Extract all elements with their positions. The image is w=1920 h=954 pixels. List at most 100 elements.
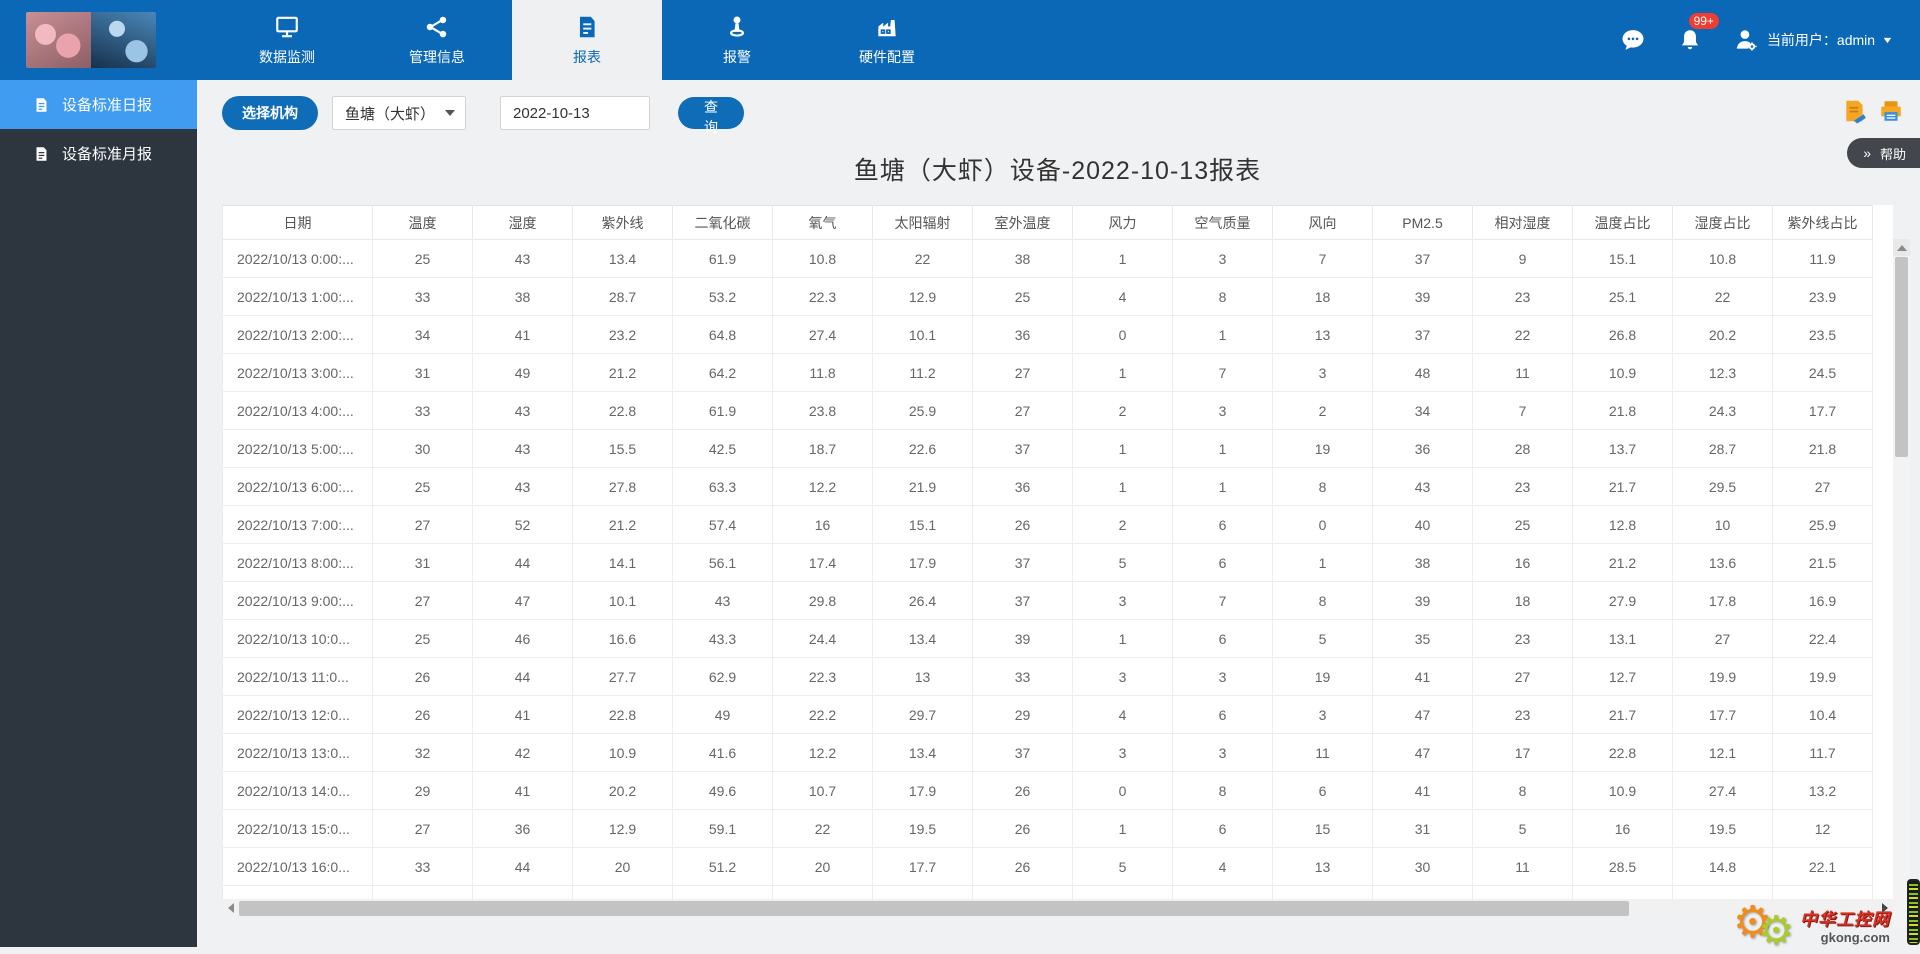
value-cell: 29 bbox=[973, 696, 1073, 734]
user-menu[interactable]: 当前用户：admin ▼ bbox=[1733, 27, 1892, 53]
org-select[interactable]: 鱼塘（大虾） bbox=[332, 96, 466, 130]
value-cell: 11.8 bbox=[773, 354, 873, 392]
value-cell: 13.4 bbox=[873, 620, 973, 658]
value-cell: 24.4 bbox=[773, 620, 873, 658]
value-cell: 22.8 bbox=[573, 696, 673, 734]
date-input[interactable] bbox=[500, 96, 650, 130]
scroll-up-arrow-icon[interactable] bbox=[1893, 239, 1910, 256]
date-cell: 2022/10/13 3:00:... bbox=[223, 354, 373, 392]
value-cell: 35 bbox=[1373, 620, 1473, 658]
value-cell: 22 bbox=[773, 810, 873, 848]
value-cell: 37 bbox=[1373, 240, 1473, 278]
value-cell: 13 bbox=[873, 658, 973, 696]
value-cell: 22.3 bbox=[773, 278, 873, 316]
value-cell: 27.8 bbox=[573, 468, 673, 506]
query-button[interactable]: 查询 bbox=[678, 97, 744, 129]
scroll-left-arrow-icon[interactable] bbox=[222, 900, 239, 917]
value-cell: 2 bbox=[1073, 392, 1173, 430]
value-cell: 34 bbox=[373, 316, 473, 354]
logo-image bbox=[26, 12, 156, 68]
value-cell: 10.1 bbox=[573, 582, 673, 620]
value-cell bbox=[1073, 886, 1173, 899]
value-cell: 13 bbox=[1273, 316, 1373, 354]
value-cell: 0 bbox=[1073, 772, 1173, 810]
date-cell: 2022/10/13 1:00:... bbox=[223, 278, 373, 316]
content-area: 选择机构 鱼塘（大虾） 查询 » bbox=[197, 80, 1920, 947]
date-cell: 2022/10/13 6:00:... bbox=[223, 468, 373, 506]
value-cell: 3 bbox=[1073, 658, 1173, 696]
value-cell: 42.5 bbox=[673, 430, 773, 468]
value-cell bbox=[1373, 886, 1473, 899]
value-cell: 13.4 bbox=[873, 734, 973, 772]
value-cell: 22.2 bbox=[773, 696, 873, 734]
print-icon[interactable] bbox=[1878, 98, 1904, 124]
help-button[interactable]: » 帮助 bbox=[1847, 138, 1920, 168]
value-cell bbox=[873, 886, 973, 899]
table-row: 2022/10/13 5:00:...304315.542.518.722.63… bbox=[223, 430, 1873, 468]
monitor-icon bbox=[274, 14, 300, 40]
value-cell: 3 bbox=[1073, 582, 1173, 620]
vertical-scrollbar[interactable] bbox=[1893, 239, 1910, 927]
value-cell: 29.8 bbox=[773, 582, 873, 620]
value-cell: 19.9 bbox=[1773, 658, 1873, 696]
column-header: 太阳辐射 bbox=[873, 206, 973, 240]
gear-icon: ⚙ bbox=[1758, 911, 1794, 951]
value-cell: 18 bbox=[1273, 278, 1373, 316]
tab-alarm[interactable]: 报警 bbox=[662, 0, 812, 80]
value-cell: 47 bbox=[1373, 696, 1473, 734]
value-cell: 20 bbox=[573, 848, 673, 886]
value-cell: 27 bbox=[373, 582, 473, 620]
table-row: 2022/10/13 0:00:...254313.461.910.822381… bbox=[223, 240, 1873, 278]
value-cell: 5 bbox=[1073, 544, 1173, 582]
value-cell: 3 bbox=[1173, 240, 1273, 278]
horizontal-scrollbar[interactable] bbox=[222, 900, 1893, 917]
value-cell: 24.5 bbox=[1773, 354, 1873, 392]
table-row: 2022/10/13 14:0...294120.249.610.717.926… bbox=[223, 772, 1873, 810]
value-cell bbox=[373, 886, 473, 899]
value-cell: 17 bbox=[1473, 734, 1573, 772]
select-org-button[interactable]: 选择机构 bbox=[222, 96, 318, 130]
tab-report[interactable]: 报表 bbox=[512, 0, 662, 80]
value-cell: 25 bbox=[1473, 506, 1573, 544]
column-header: 湿度 bbox=[473, 206, 573, 240]
sidebar-item-monthly-report[interactable]: 设备标准月报 bbox=[0, 129, 197, 178]
tab-label: 报警 bbox=[723, 47, 751, 67]
vertical-scroll-thumb[interactable] bbox=[1895, 257, 1908, 457]
horizontal-scroll-thumb[interactable] bbox=[239, 901, 1629, 916]
table-row: 2022/10/13 13:0...324210.941.612.213.437… bbox=[223, 734, 1873, 772]
value-cell: 16 bbox=[1473, 544, 1573, 582]
value-cell: 25 bbox=[373, 240, 473, 278]
tab-management-info[interactable]: 管理信息 bbox=[362, 0, 512, 80]
notifications-button[interactable]: 99+ bbox=[1677, 26, 1703, 54]
value-cell: 21.9 bbox=[873, 468, 973, 506]
value-cell: 21.2 bbox=[573, 354, 673, 392]
logo-pigs-photo bbox=[26, 12, 91, 68]
messages-button[interactable] bbox=[1619, 26, 1647, 54]
value-cell: 22.4 bbox=[1773, 620, 1873, 658]
sidebar-item-daily-report[interactable]: 设备标准日报 bbox=[0, 80, 197, 129]
value-cell: 62.9 bbox=[673, 658, 773, 696]
table-header-row: 日期温度湿度紫外线二氧化碳氧气太阳辐射室外温度风力空气质量风向PM2.5相对湿度… bbox=[223, 206, 1873, 240]
value-cell: 27 bbox=[1673, 620, 1773, 658]
value-cell: 13.1 bbox=[1573, 620, 1673, 658]
tab-hardware-config[interactable]: 硬件配置 bbox=[812, 0, 962, 80]
value-cell: 15.5 bbox=[573, 430, 673, 468]
sidebar-item-label: 设备标准日报 bbox=[62, 94, 152, 115]
value-cell: 26 bbox=[973, 848, 1073, 886]
sidebar: 设备标准日报 设备标准月报 bbox=[0, 80, 197, 947]
value-cell: 11 bbox=[1273, 734, 1373, 772]
value-cell: 37 bbox=[973, 582, 1073, 620]
value-cell: 38 bbox=[1373, 544, 1473, 582]
export-report-icon[interactable] bbox=[1842, 98, 1868, 124]
value-cell: 37 bbox=[973, 734, 1073, 772]
value-cell: 47 bbox=[1373, 734, 1473, 772]
value-cell: 39 bbox=[1373, 582, 1473, 620]
tab-data-monitor[interactable]: 数据监测 bbox=[212, 0, 362, 80]
gkong-watermark: ⚙ ⚙ 中华工控网 gkong.com bbox=[1733, 901, 1890, 945]
value-cell: 44 bbox=[473, 848, 573, 886]
chat-bubble-icon bbox=[1619, 26, 1647, 54]
value-cell: 22 bbox=[873, 240, 973, 278]
value-cell: 47 bbox=[473, 582, 573, 620]
value-cell: 43 bbox=[473, 468, 573, 506]
value-cell: 36 bbox=[1373, 430, 1473, 468]
